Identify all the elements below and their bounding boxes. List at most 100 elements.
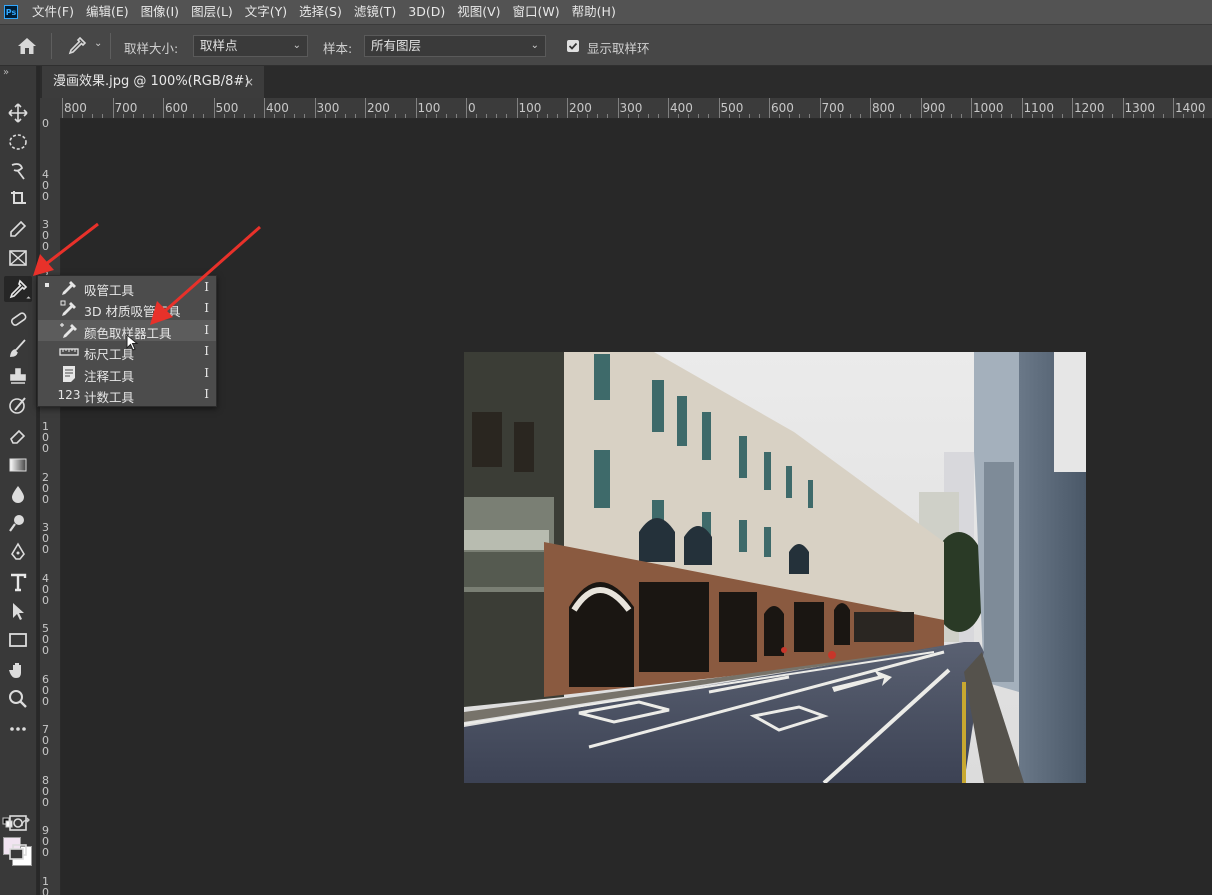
move-tool[interactable]: [4, 100, 32, 126]
gradient-tool[interactable]: [4, 452, 32, 478]
hand-tool[interactable]: [4, 657, 32, 683]
ruler-tick: [466, 98, 467, 118]
history-brush-tool[interactable]: [4, 393, 32, 419]
menu-view[interactable]: 视图(V): [451, 0, 506, 24]
menu-3d[interactable]: 3D(D): [402, 0, 451, 24]
submenu-indicator-icon: [26, 296, 31, 301]
flyout-item-note[interactable]: 注释工具 I: [38, 363, 216, 384]
ruler-tick: [577, 114, 579, 118]
ruler-tick: [587, 114, 589, 118]
ruler-tick: [314, 98, 316, 118]
ruler-tick: [425, 114, 427, 118]
brush-tool[interactable]: [4, 335, 32, 361]
document-tab[interactable]: 漫画效果.jpg @ 100%(RGB/8#) ×: [42, 66, 264, 98]
rectangle-icon: [9, 633, 27, 647]
ruler-tick: [72, 114, 74, 118]
screen-mode-icon: [9, 844, 27, 860]
chevron-down-icon: ⌄: [292, 40, 301, 51]
menu-image[interactable]: 图像(I): [135, 0, 185, 24]
more-tools[interactable]: [4, 716, 32, 742]
type-tool[interactable]: [4, 569, 32, 595]
ruler-top-label: 500: [215, 101, 239, 115]
eyedropper-tool[interactable]: [4, 276, 32, 302]
flyout-item-3d-eyedropper[interactable]: 3D 材质吸管工具 I: [38, 298, 216, 319]
ruler-tick: [880, 114, 882, 118]
quick-select-tool[interactable]: [4, 158, 32, 184]
crop-icon: [11, 191, 26, 204]
ruler-left-digit: 0: [42, 492, 49, 506]
lasso-tool[interactable]: [4, 129, 32, 155]
sample-select[interactable]: 所有图层 ⌄: [364, 35, 546, 57]
home-icon[interactable]: [17, 37, 37, 58]
menu-window[interactable]: 窗口(W): [507, 0, 566, 24]
crop-tool[interactable]: [4, 187, 32, 213]
ruler-top-label: 800: [872, 101, 895, 115]
ruler-tick: [789, 114, 791, 118]
menu-filter[interactable]: 滤镜(T): [348, 0, 402, 24]
eyedropper-icon: [58, 278, 80, 297]
ruler-tick: [1061, 114, 1063, 118]
color-sampler-icon: [58, 321, 80, 340]
hand-icon: [9, 663, 21, 678]
ruler-tick: [173, 114, 175, 118]
quick-mask-button[interactable]: [4, 810, 32, 836]
ruler-top-label: 600: [771, 101, 794, 115]
eyedropper-icon[interactable]: [66, 35, 88, 60]
collapse-icon[interactable]: »: [3, 67, 9, 78]
stamp-tool[interactable]: [4, 364, 32, 390]
close-icon[interactable]: ×: [244, 66, 254, 98]
ruler-tick: [1021, 98, 1023, 118]
ruler-tick: [960, 114, 962, 118]
flyout-item-label: 计数工具: [84, 390, 135, 405]
ruler-left: 0400300200100010020030040050060070080090…: [40, 118, 61, 895]
flyout-item-label: 3D 材质吸管工具: [84, 304, 181, 319]
ruler-tick: [1072, 98, 1073, 118]
street-photo[interactable]: [464, 352, 1086, 783]
menu-file[interactable]: 文件(F): [26, 0, 80, 24]
show-ring-checkbox[interactable]: [567, 40, 579, 52]
ruler-tick: [779, 114, 781, 118]
blur-tool[interactable]: [4, 481, 32, 507]
flyout-item-count[interactable]: 123 计数工具 I: [38, 384, 216, 405]
sample-value: 所有图层: [371, 38, 422, 53]
menu-type[interactable]: 文字(Y): [239, 0, 293, 24]
menu-layer[interactable]: 图层(L): [185, 0, 239, 24]
ruler-tick: [102, 114, 104, 118]
eyedropper-tool-alt[interactable]: [4, 216, 32, 242]
ruler-tick: [233, 114, 235, 118]
ruler-tick: [486, 114, 488, 118]
ruler-tick: [637, 114, 639, 118]
ruler-top-label: 500: [720, 101, 744, 115]
sample-size-select[interactable]: 取样点 ⌄: [193, 35, 308, 57]
zoom-tool[interactable]: [4, 686, 32, 712]
options-bar: ⌄ 取样大小: 取样点 ⌄ 样本: 所有图层 ⌄ 显示取样环: [0, 24, 1212, 66]
chevron-down-icon[interactable]: ⌄: [94, 38, 102, 49]
screen-mode-button[interactable]: [4, 839, 32, 865]
ruler-tick: [1082, 114, 1084, 118]
ruler-top-label: 1400: [1175, 101, 1206, 115]
menu-help[interactable]: 帮助(H): [566, 0, 622, 24]
ruler-top-label: 700: [821, 101, 845, 115]
healing-tool[interactable]: [4, 306, 32, 332]
ruler-left-digit: 0: [42, 118, 49, 130]
ruler-tick: [142, 114, 144, 118]
dodge-tool[interactable]: [4, 510, 32, 536]
ruler-tick: [758, 114, 760, 118]
ruler-tick: [617, 98, 619, 118]
dodge-icon: [9, 515, 24, 532]
ruler-top-label: 800: [64, 101, 87, 115]
path-select-tool[interactable]: [4, 598, 32, 624]
ruler-tick: [819, 98, 821, 118]
ruler-left-digit: 0: [42, 543, 49, 556]
pen-tool[interactable]: [4, 539, 32, 565]
menu-select[interactable]: 选择(S): [293, 0, 348, 24]
rectangle-tool[interactable]: [4, 627, 32, 653]
flyout-item-eyedropper[interactable]: 吸管工具 I: [38, 277, 216, 298]
ruler-tick: [769, 98, 770, 118]
ruler-tick: [829, 114, 831, 118]
menu-edit[interactable]: 编辑(E): [80, 0, 135, 24]
eraser-tool[interactable]: [4, 422, 32, 448]
ruler-tick: [607, 114, 609, 118]
frame-tool[interactable]: [4, 245, 32, 271]
ruler-tick: [971, 98, 972, 118]
